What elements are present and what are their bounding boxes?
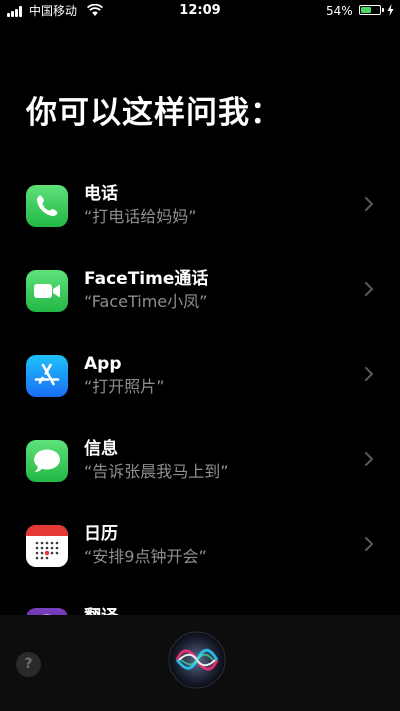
suggestion-row-facetime[interactable]: FaceTime通话 “FaceTime小凤”	[0, 266, 400, 346]
battery-icon	[359, 5, 381, 15]
help-icon[interactable]: ?	[16, 652, 41, 677]
chevron-right-icon	[365, 197, 373, 211]
chevron-right-icon	[365, 367, 373, 381]
suggestion-title: 日历	[84, 524, 118, 544]
suggestion-example: “告诉张晨我马上到”	[84, 462, 229, 481]
suggestion-title: App	[84, 354, 122, 374]
suggestion-example: “打开照片”	[84, 377, 165, 396]
chevron-right-icon	[365, 452, 373, 466]
app-store-icon	[26, 355, 68, 397]
siri-icon[interactable]	[167, 630, 227, 690]
suggestion-row-calendar[interactable]: 日历 “安排9点钟开会”	[0, 521, 400, 601]
battery-percent: 54%	[326, 4, 353, 18]
calendar-icon	[26, 525, 68, 567]
suggestion-row-phone[interactable]: 电话 “打电话给妈妈”	[0, 181, 400, 261]
suggestion-title: 电话	[84, 184, 118, 204]
page-title: 你可以这样问我：	[26, 95, 282, 131]
suggestion-example: “安排9点钟开会”	[84, 547, 207, 566]
suggestion-row-app[interactable]: App “打开照片”	[0, 351, 400, 431]
siri-bottom-bar: ?	[0, 615, 400, 711]
suggestion-title: FaceTime通话	[84, 269, 209, 289]
suggestion-example: “打电话给妈妈”	[84, 207, 197, 226]
battery-cap	[382, 8, 384, 12]
suggestion-row-messages[interactable]: 信息 “告诉张晨我马上到”	[0, 436, 400, 516]
chevron-right-icon	[365, 537, 373, 551]
messages-icon	[26, 440, 68, 482]
phone-icon	[26, 185, 68, 227]
suggestion-example: “FaceTime小凤”	[84, 292, 208, 311]
suggestion-title: 信息	[84, 439, 118, 459]
facetime-icon	[26, 270, 68, 312]
battery-level	[361, 7, 371, 13]
charging-bolt-icon	[387, 4, 394, 16]
status-bar: 中国移动 12:09 54%	[0, 0, 400, 22]
chevron-right-icon	[365, 282, 373, 296]
